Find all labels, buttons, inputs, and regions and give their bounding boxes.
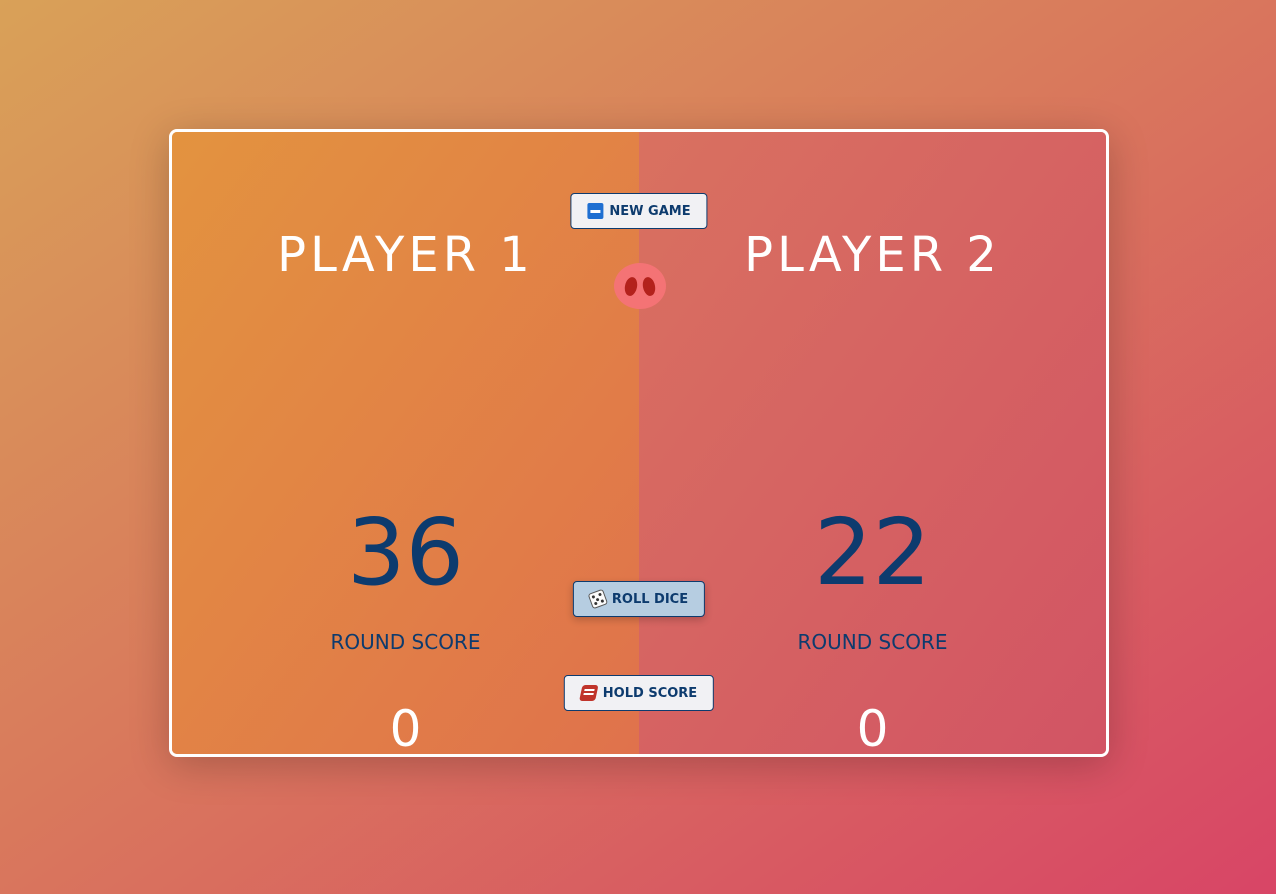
hold-score-button[interactable]: HOLD SCORE xyxy=(563,675,715,711)
player-1-round-label: ROUND SCORE xyxy=(330,630,481,654)
new-game-button[interactable]: NEW GAME xyxy=(570,193,708,229)
nostril-right xyxy=(641,275,657,298)
hold-score-label: HOLD SCORE xyxy=(602,685,698,701)
player-1-score: 36 xyxy=(346,499,465,606)
player-2-round-label: ROUND SCORE xyxy=(797,630,948,654)
pig-nose-icon xyxy=(614,263,666,309)
player-1-panel: PLAYER 1 36 ROUND SCORE 0 xyxy=(172,132,639,754)
nostril-left xyxy=(623,275,639,298)
money-icon xyxy=(579,685,599,701)
player-2-name: PLAYER 2 xyxy=(744,226,1001,283)
minus-square-icon xyxy=(587,203,604,219)
roll-dice-label: ROLL DICE xyxy=(611,591,689,607)
new-game-label: NEW GAME xyxy=(609,203,691,219)
roll-dice-button[interactable]: ROLL DICE xyxy=(572,581,706,617)
player-2-score: 22 xyxy=(813,499,932,606)
dice-icon xyxy=(587,588,609,610)
game-board: PLAYER 1 36 ROUND SCORE 0 PLAYER 2 22 RO… xyxy=(169,129,1109,757)
player-1-name: PLAYER 1 xyxy=(277,226,534,283)
player-2-panel: PLAYER 2 22 ROUND SCORE 0 xyxy=(639,132,1106,754)
